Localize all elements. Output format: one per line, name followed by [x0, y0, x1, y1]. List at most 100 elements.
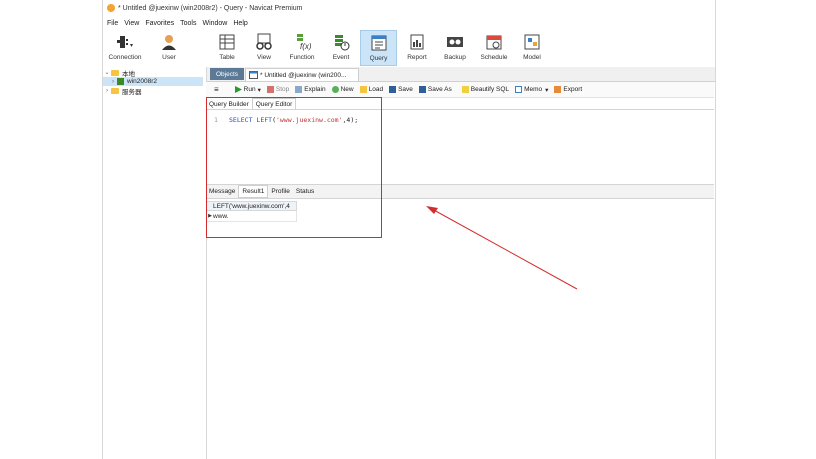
- tree-item-server[interactable]: › 服务器: [103, 86, 203, 96]
- toolbar-schedule-label: Schedule: [480, 54, 508, 61]
- query-tab-icon: [249, 71, 258, 79]
- menu-tools[interactable]: Tools: [180, 20, 196, 27]
- result-cell[interactable]: www.: [213, 213, 229, 220]
- result-tabs: Message Result1 Profile Status: [206, 184, 714, 199]
- tab-query[interactable]: * Untitled @juexinw (win200...: [245, 68, 359, 81]
- chevron-down-icon[interactable]: ▾: [258, 86, 261, 94]
- menu-bar: File View Favorites Tools Window Help: [103, 17, 715, 29]
- main-toolbar: ▾ Connection User Table View f(x) Functi…: [103, 30, 715, 66]
- sql-code-line[interactable]: SELECT LEFT('www.juexinw.com',4);: [229, 116, 358, 124]
- toolbar-function-label: Function: [289, 54, 315, 61]
- hamburger-menu-button[interactable]: ≡: [214, 85, 219, 94]
- beautify-label: Beautify SQL: [470, 86, 510, 93]
- tab-profile[interactable]: Profile: [268, 186, 292, 197]
- svg-text:▾: ▾: [130, 43, 133, 49]
- model-icon: [524, 34, 540, 50]
- chevron-down-icon[interactable]: ▾: [545, 86, 548, 94]
- toolbar-connection-label: Connection: [108, 54, 142, 61]
- memo-icon: [515, 86, 523, 93]
- toolbar-report-label: Report: [407, 54, 427, 61]
- explain-icon: [295, 86, 303, 93]
- sql-keyword: SELECT: [229, 116, 253, 124]
- memo-label: Memo: [524, 86, 543, 93]
- toolbar-report-button[interactable]: Report: [399, 30, 435, 66]
- chevron-down-icon[interactable]: ⌄: [103, 69, 111, 76]
- folder-icon: [111, 87, 119, 94]
- beautify-sql-button[interactable]: Beautify SQL: [461, 86, 510, 93]
- query-icon: [371, 35, 386, 51]
- explain-button[interactable]: Explain: [295, 86, 326, 93]
- toolbar-backup-label: Backup: [444, 54, 466, 61]
- backup-icon: [447, 37, 463, 47]
- tab-query-editor[interactable]: Query Editor: [251, 98, 297, 109]
- folder-open-icon: [359, 86, 367, 93]
- connection-icon: ▾: [117, 36, 133, 49]
- magic-wand-icon: [461, 86, 469, 93]
- load-button[interactable]: Load: [359, 86, 384, 93]
- save-as-button[interactable]: Save As: [418, 86, 452, 93]
- tab-message[interactable]: Message: [206, 186, 238, 197]
- menu-help[interactable]: Help: [233, 20, 247, 27]
- document-tabs: Objects * Untitled @juexinw (win200...: [207, 67, 715, 82]
- chevron-right-icon[interactable]: ›: [109, 79, 117, 85]
- user-icon: [162, 35, 176, 50]
- tab-status[interactable]: Status: [293, 186, 317, 197]
- tab-query-label: * Untitled @juexinw (win200...: [260, 71, 347, 79]
- navicat-app-icon: [107, 4, 115, 12]
- toolbar-user-button[interactable]: User: [151, 30, 187, 66]
- chevron-right-icon[interactable]: ›: [103, 88, 111, 94]
- result-grid: LEFT('www.juexinw.com',4 ▶ www.: [206, 201, 297, 224]
- tree-item-label: win2008r2: [127, 78, 157, 85]
- export-label: Export: [563, 86, 583, 93]
- toolbar-model-label: Model: [523, 54, 541, 61]
- menu-view[interactable]: View: [124, 20, 139, 27]
- memo-button[interactable]: Memo ▾: [515, 86, 548, 94]
- event-icon: [335, 35, 350, 51]
- toolbar-connection-button[interactable]: ▾ Connection: [105, 30, 145, 66]
- new-button[interactable]: New: [331, 86, 354, 93]
- toolbar-view-button[interactable]: View: [246, 30, 282, 66]
- toolbar-event-button[interactable]: Event: [323, 30, 359, 66]
- menu-file[interactable]: File: [107, 20, 118, 27]
- save-as-label: Save As: [427, 86, 452, 93]
- toolbar-model-button[interactable]: Model: [514, 30, 550, 66]
- export-button[interactable]: Export: [554, 86, 582, 93]
- tree-item-local[interactable]: ⌄ 本地: [103, 68, 203, 78]
- table-row[interactable]: ▶ www.: [206, 211, 297, 222]
- toolbar-table-button[interactable]: Table: [209, 30, 245, 66]
- navicat-window: * Untitled @juexinw (win2008r2) - Query …: [102, 0, 716, 459]
- load-label: Load: [368, 86, 384, 93]
- stop-label: Stop: [275, 86, 290, 93]
- sql-editor[interactable]: 1 SELECT LEFT('www.juexinw.com',4);: [206, 109, 714, 184]
- menu-favorites[interactable]: Favorites: [145, 20, 174, 27]
- connection-tree: ⌄ 本地 › win2008r2 › 服务器: [103, 67, 207, 459]
- toolbar-backup-button[interactable]: Backup: [437, 30, 473, 66]
- sql-rest: ,4);: [342, 116, 359, 124]
- window-title: * Untitled @juexinw (win2008r2) - Query …: [118, 4, 303, 12]
- folder-icon: [111, 69, 119, 76]
- toolbar-function-button[interactable]: f(x) Function: [283, 30, 321, 66]
- table-icon: [219, 34, 235, 50]
- run-button[interactable]: Run ▾: [234, 86, 261, 94]
- toolbar-table-label: Table: [219, 54, 235, 61]
- report-icon: [410, 34, 424, 50]
- save-icon: [389, 86, 397, 93]
- save-label: Save: [398, 86, 413, 93]
- toolbar-query-button[interactable]: Query: [360, 30, 397, 66]
- line-number: 1: [214, 116, 218, 124]
- toolbar-event-label: Event: [332, 54, 350, 61]
- save-button[interactable]: Save: [389, 86, 413, 93]
- svg-text:f(x): f(x): [300, 42, 311, 51]
- tree-item-win2008r2[interactable]: › win2008r2: [103, 77, 203, 86]
- column-header[interactable]: LEFT('www.juexinw.com',4: [206, 201, 297, 211]
- tab-query-builder[interactable]: Query Builder: [206, 99, 252, 109]
- tab-result1[interactable]: Result1: [238, 185, 269, 198]
- query-mode-tabs: Query Builder Query Editor: [206, 98, 714, 109]
- toolbar-schedule-button[interactable]: Schedule: [475, 30, 513, 66]
- menu-window[interactable]: Window: [202, 20, 227, 27]
- toolbar-view-label: View: [257, 54, 271, 61]
- toolbar-query-label: Query: [369, 55, 388, 62]
- tab-objects[interactable]: Objects: [210, 68, 244, 80]
- stop-button[interactable]: Stop: [266, 86, 290, 93]
- schedule-icon: [486, 35, 502, 50]
